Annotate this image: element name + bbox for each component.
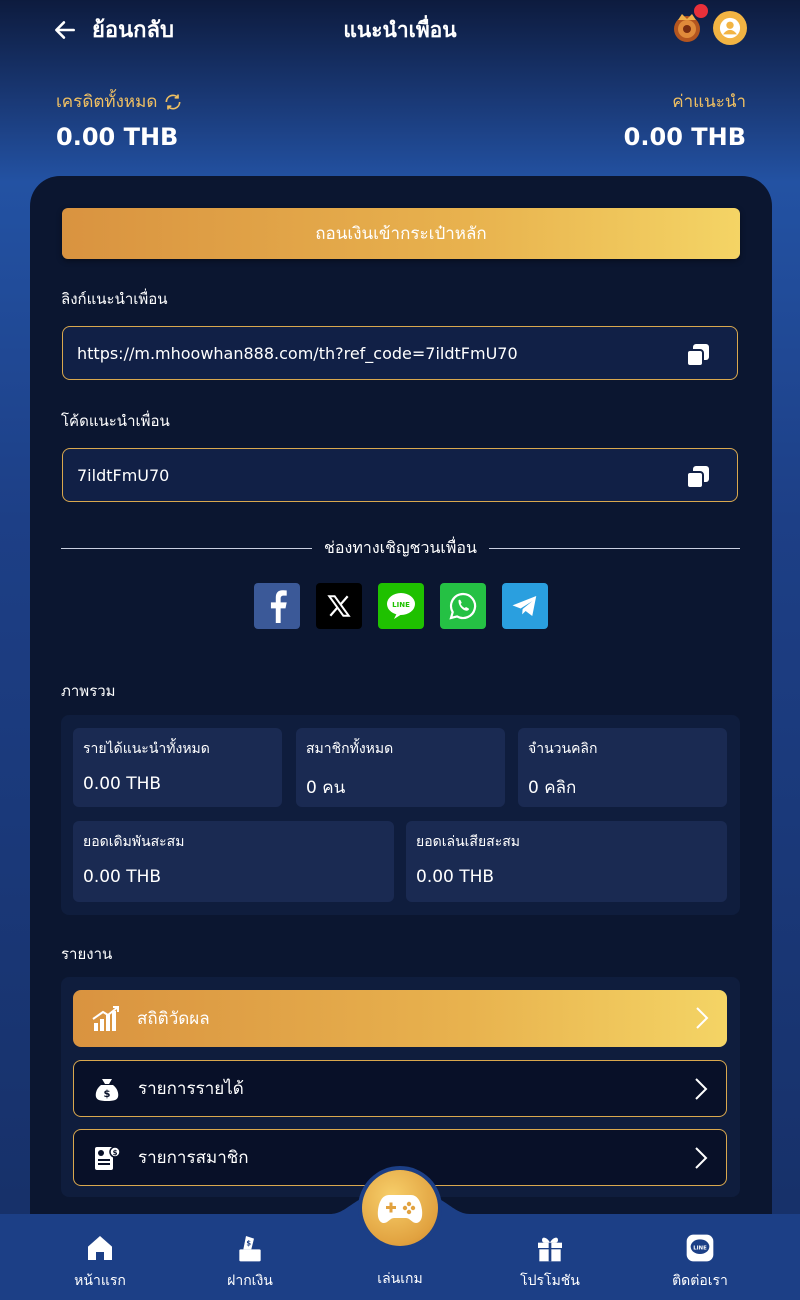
- nav-promotion[interactable]: โปรโมชัน: [490, 1232, 610, 1292]
- nav-label: โปรโมชัน: [520, 1273, 580, 1289]
- nav-deposit[interactable]: $ ฝากเงิน: [190, 1232, 310, 1292]
- svg-text:LINE: LINE: [392, 601, 410, 609]
- deposit-icon: $: [239, 1236, 261, 1262]
- svg-text:LINE: LINE: [693, 1245, 707, 1251]
- svg-text:$: $: [246, 1239, 251, 1247]
- total-credit-value: 0.00 THB: [56, 123, 179, 151]
- nav-home[interactable]: หน้าแรก: [40, 1232, 160, 1292]
- svg-text:$: $: [113, 1149, 118, 1157]
- stat-value: 0.00 THB: [83, 867, 162, 887]
- referral-code-field[interactable]: 7ildtFmU70: [62, 448, 738, 502]
- copy-icon[interactable]: [685, 342, 711, 368]
- x-share-button[interactable]: [316, 583, 362, 629]
- user-icon: [719, 17, 741, 39]
- gift-icon: [538, 1237, 562, 1262]
- stat-value: 0 คน: [306, 778, 346, 798]
- reports-panel: สถิติวัดผล $ รายการรายได้ $ รายการสมาชิก: [61, 977, 740, 1197]
- money-bag-icon: $: [95, 1078, 119, 1101]
- overview-panel: รายได้แนะนำทั้งหมด 0.00 THB สมาชิกทั้งหม…: [61, 715, 740, 915]
- gamepad-icon: [377, 1195, 423, 1223]
- social-share-buttons: LINE: [254, 583, 548, 629]
- chart-icon: [92, 1005, 119, 1031]
- line-contact-icon: LINE: [686, 1234, 714, 1262]
- copy-icon[interactable]: [685, 464, 711, 490]
- referral-link-value: https://m.mhoowhan888.com/th?ref_code=7i…: [77, 343, 518, 363]
- stat-value: 0.00 THB: [416, 867, 495, 887]
- withdraw-to-main-wallet-button[interactable]: ถอนเงินเข้ากระเป๋าหลัก: [62, 208, 740, 259]
- referral-link-label: ลิงก์แนะนำเพื่อน: [61, 290, 168, 308]
- stat-value: 0.00 THB: [83, 774, 162, 794]
- referral-code-label: โค้ดแนะนำเพื่อน: [61, 412, 170, 430]
- whatsapp-share-button[interactable]: [440, 583, 486, 629]
- facebook-icon: [270, 590, 287, 623]
- stat-cumulative-bets: ยอดเดิมพันสะสม 0.00 THB: [73, 821, 394, 902]
- avatar[interactable]: [713, 11, 747, 45]
- report-label: รายการรายได้: [138, 1079, 244, 1099]
- chevron-right-icon: [695, 1078, 708, 1100]
- stat-label: รายได้แนะนำทั้งหมด: [83, 741, 210, 757]
- top-bar: ย้อนกลับ แนะนำเพื่อน: [0, 0, 800, 60]
- main-card: ถอนเงินเข้ากระเป๋าหลัก ลิงก์แนะนำเพื่อน …: [30, 176, 772, 1300]
- telegram-icon: [512, 596, 537, 616]
- stat-value: 0 คลิก: [528, 778, 577, 798]
- telegram-share-button[interactable]: [502, 583, 548, 629]
- report-label: รายการสมาชิก: [138, 1148, 249, 1168]
- referral-earnings-label: ค่าแนะนำ: [672, 92, 746, 112]
- invite-channels-label: ช่องทางเชิญชวนเพื่อน: [324, 537, 477, 557]
- facebook-share-button[interactable]: [254, 583, 300, 629]
- home-icon: [88, 1236, 112, 1260]
- stat-label: จำนวนคลิก: [528, 741, 598, 757]
- overview-title: ภาพรวม: [61, 682, 116, 700]
- line-share-button[interactable]: LINE: [378, 583, 424, 629]
- stat-label: สมาชิกทั้งหมด: [306, 741, 394, 757]
- line-icon: LINE: [387, 593, 415, 619]
- nav-label: หน้าแรก: [74, 1273, 126, 1289]
- invite-channels-divider: ช่องทางเชิญชวนเพื่อน: [61, 536, 740, 560]
- stat-total-referral-income: รายได้แนะนำทั้งหมด 0.00 THB: [73, 728, 282, 807]
- refresh-icon[interactable]: [163, 92, 183, 112]
- report-performance-stats[interactable]: สถิติวัดผล: [73, 990, 727, 1047]
- total-credit: เครดิตทั้งหมด 0.00 THB: [56, 88, 183, 151]
- stat-label: ยอดเดิมพันสะสม: [83, 834, 185, 850]
- report-income-list[interactable]: $ รายการรายได้: [73, 1060, 727, 1117]
- nav-label: ฝากเงิน: [227, 1273, 273, 1289]
- nav-label: เล่นเกม: [377, 1271, 423, 1287]
- referral-earnings-value: 0.00 THB: [623, 123, 746, 151]
- x-icon: [327, 595, 351, 617]
- stat-click-count: จำนวนคลิก 0 คลิก: [518, 728, 727, 807]
- member-list-icon: $: [95, 1145, 121, 1170]
- report-label: สถิติวัดผล: [137, 1009, 210, 1029]
- play-game-button[interactable]: [362, 1170, 438, 1246]
- stat-label: ยอดเล่นเสียสะสม: [416, 834, 521, 850]
- nav-play[interactable]: เล่นเกม: [340, 1266, 460, 1290]
- referral-code-value: 7ildtFmU70: [77, 465, 170, 485]
- stat-total-members: สมาชิกทั้งหมด 0 คน: [296, 728, 505, 807]
- nav-label: ติดต่อเรา: [672, 1273, 728, 1289]
- stat-cumulative-losses: ยอดเล่นเสียสะสม 0.00 THB: [406, 821, 727, 902]
- nav-contact[interactable]: LINE ติดต่อเรา: [640, 1232, 760, 1292]
- referral-earnings: ค่าแนะนำ 0.00 THB: [624, 88, 746, 151]
- referral-link-field[interactable]: https://m.mhoowhan888.com/th?ref_code=7i…: [62, 326, 738, 380]
- notification-badge: [694, 4, 708, 18]
- reports-title: รายงาน: [61, 945, 113, 963]
- total-credit-label: เครดิตทั้งหมด: [56, 92, 158, 112]
- svg-text:$: $: [104, 1089, 111, 1100]
- chevron-right-icon: [695, 1147, 708, 1169]
- chevron-right-icon: [696, 1007, 709, 1029]
- whatsapp-icon: [449, 592, 477, 620]
